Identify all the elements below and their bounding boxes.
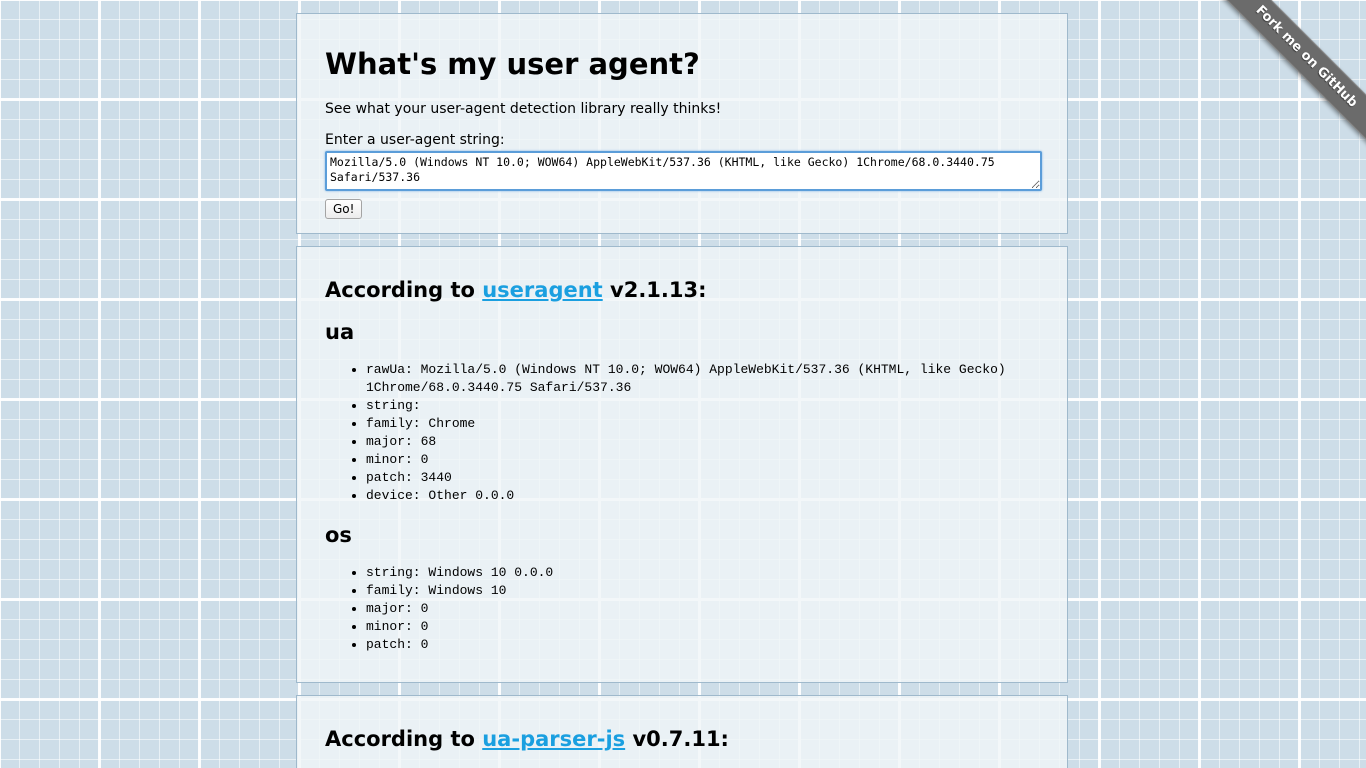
uaparser-heading: According to ua-parser-js v0.7.11:	[325, 725, 729, 753]
ua-raw-item: rawUa: Mozilla/5.0 (Windows NT 10.0; WOW…	[366, 361, 1046, 397]
ua-string-item: string:	[366, 397, 1046, 415]
os-major-item: major: 0	[366, 600, 1046, 618]
user-agent-label: Enter a user-agent string:	[325, 132, 505, 148]
heading-version: v2.1.13:	[602, 278, 707, 302]
os-section-heading: os	[325, 523, 352, 547]
useragent-results-panel: According to useragent v2.1.13: ua rawUa…	[296, 246, 1068, 683]
heading-version: v0.7.11:	[625, 727, 729, 751]
useragent-link[interactable]: useragent	[482, 278, 602, 302]
ua-major-item: major: 68	[366, 433, 1046, 451]
os-family-item: family: Windows 10	[366, 582, 1046, 600]
ua-minor-item: minor: 0	[366, 451, 1046, 469]
user-agent-input[interactable]	[325, 151, 1042, 191]
input-panel: What's my user agent? See what your user…	[296, 13, 1068, 234]
ua-section-heading: ua	[325, 320, 355, 344]
ua-properties-list: rawUa: Mozilla/5.0 (Windows NT 10.0; WOW…	[325, 361, 1046, 505]
page-title: What's my user agent?	[325, 47, 700, 81]
os-minor-item: minor: 0	[366, 618, 1046, 636]
uaparser-results-panel: According to ua-parser-js v0.7.11:	[296, 695, 1068, 768]
page-subtitle: See what your user-agent detection libra…	[325, 101, 722, 117]
os-string-item: string: Windows 10 0.0.0	[366, 564, 1046, 582]
go-button[interactable]: Go!	[325, 199, 363, 219]
fork-me-on-github-ribbon[interactable]: Fork me on GitHub	[1216, 0, 1366, 147]
ua-family-item: family: Chrome	[366, 415, 1046, 433]
os-patch-item: patch: 0	[366, 636, 1046, 654]
heading-prefix: According to	[325, 727, 483, 751]
ua-patch-item: patch: 3440	[366, 469, 1046, 487]
uaparser-link[interactable]: ua-parser-js	[482, 727, 625, 751]
heading-prefix: According to	[325, 278, 483, 302]
os-properties-list: string: Windows 10 0.0.0 family: Windows…	[325, 564, 1046, 654]
useragent-heading: According to useragent v2.1.13:	[325, 276, 707, 304]
github-ribbon-container: Fork me on GitHub	[1216, 0, 1366, 150]
ua-device-item: device: Other 0.0.0	[366, 487, 1046, 505]
